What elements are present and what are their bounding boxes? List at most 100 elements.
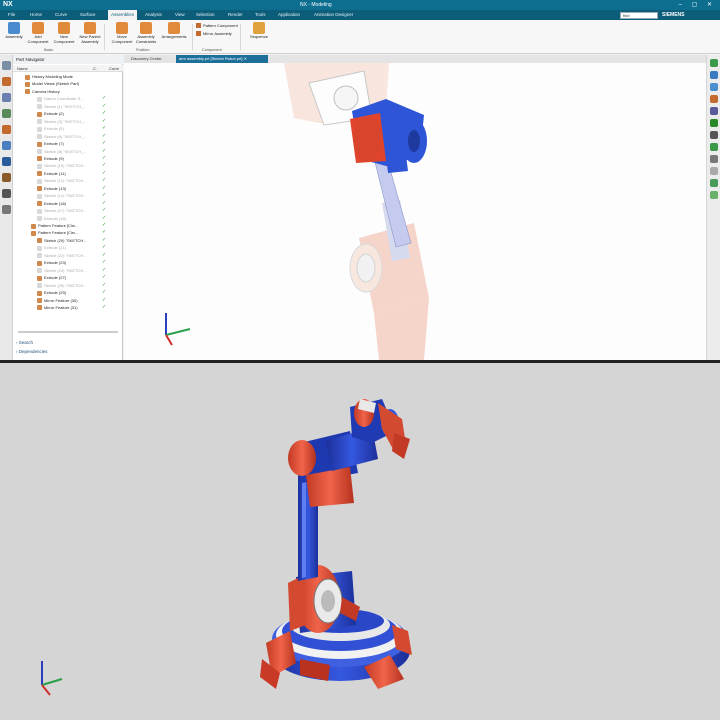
menu-home[interactable]: Home <box>30 10 42 20</box>
roles-icon[interactable] <box>2 93 11 102</box>
view-tool-1-icon[interactable] <box>710 71 718 79</box>
view-tool-4-icon[interactable] <box>710 107 718 115</box>
ribbon-small-1[interactable]: Mirror Assembly <box>196 31 232 37</box>
ribbon-button-new-parent[interactable]: New Parent Assembly <box>76 22 104 44</box>
view-tool-8-icon[interactable] <box>710 155 718 163</box>
feature-icon <box>37 104 42 110</box>
tree-row-label: Sketch (12) "SKETCH... <box>44 178 87 184</box>
tree-row[interactable]: Sketch (14) "SKETCH... ✓ <box>13 192 123 199</box>
tree-row[interactable]: Sketch (6) "SKETCH_... ✓ <box>13 133 123 140</box>
up-to-date-check-icon: ✓ <box>102 229 107 236</box>
tree-row[interactable]: Extrude (13) ✓ <box>13 185 123 192</box>
column-name[interactable]: Name <box>17 65 28 72</box>
ribbon-button-arrangements[interactable]: Arrangements <box>160 22 188 40</box>
feature-icon <box>37 126 42 132</box>
menu-selection[interactable]: Selection <box>196 10 215 20</box>
view-tool-11-icon[interactable] <box>710 191 718 199</box>
tree-row[interactable]: Camera History <box>13 88 123 95</box>
tree-row-label: Extrude (21) <box>44 245 67 251</box>
column-c[interactable]: C. <box>93 65 97 72</box>
history-icon[interactable] <box>2 109 11 118</box>
tree-row[interactable]: Sketch (12) "SKETCH... ✓ <box>13 177 123 184</box>
resource-bar-left <box>0 55 13 360</box>
tree-row[interactable]: Extrude (2) ✓ <box>13 110 123 117</box>
tree-row[interactable]: Mirror Feature (31) ✓ <box>13 304 123 311</box>
tree-row[interactable]: Extrude (18) ✓ <box>13 215 123 222</box>
web-icon[interactable] <box>2 173 11 182</box>
tree-row-label: Extrude (27) <box>44 275 67 281</box>
tree-row[interactable]: Extrude (29) ✓ <box>13 289 123 296</box>
dependencies-section[interactable]: › Dependencies <box>16 348 48 356</box>
view-tool-10-icon[interactable] <box>710 179 718 187</box>
menu-assemblies[interactable]: Assemblies <box>108 10 138 20</box>
view-tool-2-icon[interactable] <box>710 83 718 91</box>
constraints-icon <box>140 22 152 34</box>
tree-row[interactable]: Sketch (28) "SKETCH... ✓ <box>13 282 123 289</box>
search-section[interactable]: › Search <box>16 339 33 347</box>
menu-curve[interactable]: Curve <box>55 10 67 20</box>
menu-render[interactable]: Render <box>228 10 243 20</box>
tree-row[interactable]: Extrude (21) ✓ <box>13 244 123 251</box>
tree-row[interactable]: Pattern Feature [Circ... ✓ <box>13 229 123 236</box>
menu-tools[interactable]: Tools <box>255 10 266 20</box>
tree-row[interactable]: Sketch (10) "SKETCH... ✓ <box>13 162 123 169</box>
dependencies-label: Dependencies <box>18 349 48 354</box>
tree-row[interactable]: Sketch (24) "SKETCH... ✓ <box>13 267 123 274</box>
clock-icon[interactable] <box>2 189 11 198</box>
tree-row[interactable]: Extrude (23) ✓ <box>13 259 123 266</box>
tree-row[interactable]: Extrude (5) ✓ <box>13 125 123 132</box>
graphics-window[interactable] <box>124 63 706 360</box>
tree-row[interactable]: Sketch (20) "SKETCH... ✓ <box>13 237 123 244</box>
ribbon-button-label: Sequence <box>249 34 268 39</box>
column-current[interactable]: Curre <box>109 65 119 72</box>
constraint-icon[interactable] <box>2 141 11 150</box>
tab-arm-assembly[interactable]: arm assembly.prt [Sketch Robot.prt] ✕ <box>176 55 268 63</box>
view-tool-7-icon[interactable] <box>710 143 718 151</box>
tree-row[interactable]: Extrude (7) ✓ <box>13 140 123 147</box>
command-search-input[interactable]: find <box>620 12 658 19</box>
arrangements-icon <box>168 22 180 34</box>
tree-row[interactable]: Sketch (22) "SKETCH... ✓ <box>13 252 123 259</box>
tree-row[interactable]: History Modeling Mode <box>13 73 123 80</box>
navigator-icon[interactable] <box>2 61 11 70</box>
view-tool-3-icon[interactable] <box>710 95 718 103</box>
menu-file[interactable]: File <box>8 10 15 20</box>
menu-surface[interactable]: Surface <box>80 10 96 20</box>
menu-animation-designer[interactable]: Animation Designer <box>314 10 353 20</box>
window-controls[interactable]: – ▢ ✕ <box>679 0 716 10</box>
menu-application[interactable]: Application <box>278 10 300 20</box>
tree-row[interactable]: Model Views (Sketch Part) <box>13 80 123 87</box>
menu-analysis[interactable]: Analysis <box>145 10 162 20</box>
ribbon-button-constraints[interactable]: Assembly Constraints <box>132 22 160 44</box>
ribbon-button-sequence[interactable]: Sequence <box>245 22 273 40</box>
tree-row[interactable]: Sketch (3) "SKETCH_... ✓ <box>13 118 123 125</box>
tree-row[interactable]: Pattern Feature [Circ... ✓ <box>13 222 123 229</box>
view-tool-6-icon[interactable] <box>710 131 718 139</box>
up-to-date-check-icon: ✓ <box>102 117 107 124</box>
tab-discovery-center[interactable]: Discovery Center <box>128 55 174 63</box>
ribbon-small-0[interactable]: Pattern Component <box>196 23 238 29</box>
menu-view[interactable]: View <box>175 10 185 20</box>
view-tool-5-icon[interactable] <box>710 119 718 127</box>
ribbon-button-new-component[interactable]: New Component <box>50 22 78 44</box>
tree-row[interactable]: Sketch (8) "SKETCH_... ✓ <box>13 148 123 155</box>
tree-row[interactable]: Extrude (9) ✓ <box>13 155 123 162</box>
app-logo: NX <box>3 1 13 8</box>
tree-row[interactable]: Sketch (17) "SKETCH... ✓ <box>13 207 123 214</box>
tree-row[interactable]: Mirror Feature (30) ✓ <box>13 297 123 304</box>
reuse-icon[interactable] <box>2 157 11 166</box>
up-to-date-check-icon: ✓ <box>102 169 107 176</box>
ribbon-button-add-component[interactable]: Add Component <box>24 22 52 44</box>
tree-row[interactable]: Sketch (1) "SKETCH_... ✓ <box>13 103 123 110</box>
up-to-date-check-icon: ✓ <box>102 289 107 296</box>
view-tool-0-icon[interactable] <box>710 59 718 67</box>
settings-icon[interactable] <box>2 205 11 214</box>
view-tool-9-icon[interactable] <box>710 167 718 175</box>
tree-row[interactable]: Extrude (11) ✓ <box>13 170 123 177</box>
navigator-scrollbar[interactable] <box>18 331 118 333</box>
tree-row[interactable]: Extrude (16) ✓ <box>13 200 123 207</box>
tree-row[interactable]: Datum Coordinate S... ✓ <box>13 95 123 102</box>
parts-icon[interactable] <box>2 77 11 86</box>
tree-row[interactable]: Extrude (27) ✓ <box>13 274 123 281</box>
assembly-icon[interactable] <box>2 125 11 134</box>
